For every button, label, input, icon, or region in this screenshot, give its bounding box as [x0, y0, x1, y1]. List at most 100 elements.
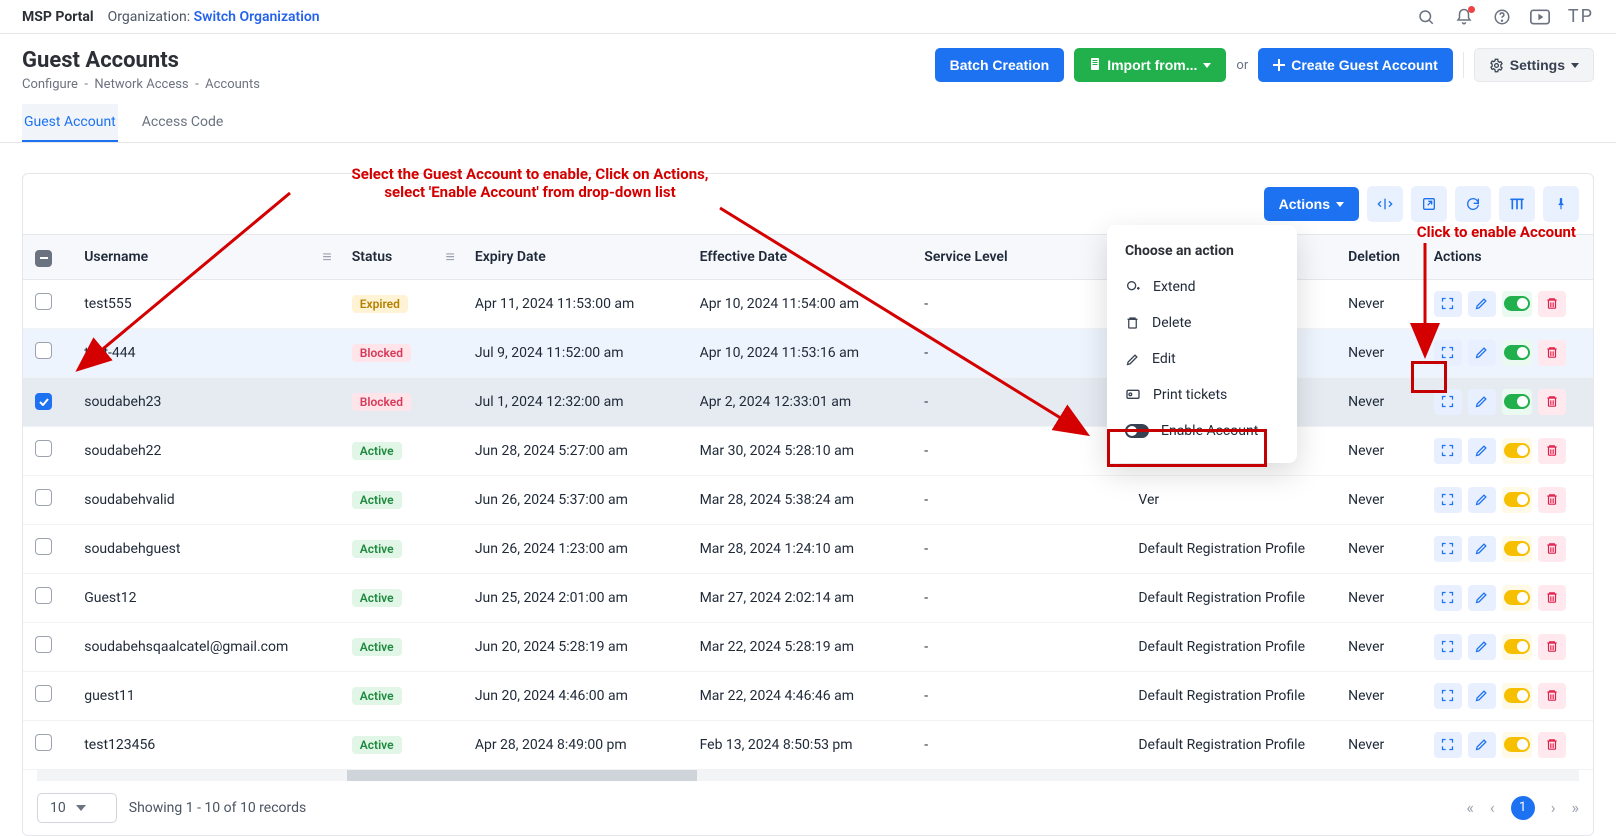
dropdown-enable-account[interactable]: Enable Account: [1107, 413, 1297, 449]
row-checkbox[interactable]: [35, 538, 52, 555]
pager-next[interactable]: ›: [1551, 798, 1556, 817]
delete-icon[interactable]: [1538, 389, 1566, 415]
dropdown-delete[interactable]: Delete: [1107, 305, 1297, 341]
delete-icon[interactable]: [1538, 683, 1566, 709]
row-checkbox[interactable]: [35, 734, 52, 751]
crumb-configure[interactable]: Configure: [22, 77, 78, 92]
cell-deletion: Never: [1336, 720, 1422, 769]
enable-toggle[interactable]: [1502, 340, 1532, 366]
enable-toggle[interactable]: [1502, 438, 1532, 464]
accounts-table: Username≡ Status≡ Expiry Date Effective …: [23, 234, 1593, 770]
delete-icon[interactable]: [1538, 634, 1566, 660]
pager-first[interactable]: «: [1466, 798, 1474, 817]
row-checkbox[interactable]: [35, 342, 52, 359]
search-icon[interactable]: [1416, 7, 1436, 27]
edit-icon[interactable]: [1468, 683, 1496, 709]
row-checkbox[interactable]: [35, 293, 52, 310]
page-size-select[interactable]: 10: [37, 793, 117, 823]
refresh-icon[interactable]: [1455, 186, 1491, 222]
expand-icon[interactable]: [1434, 683, 1462, 709]
edit-icon[interactable]: [1468, 291, 1496, 317]
col-status: Status: [352, 249, 392, 265]
crumb-network-access[interactable]: Network Access: [94, 77, 188, 92]
pager-last[interactable]: »: [1572, 798, 1580, 817]
delete-icon[interactable]: [1538, 732, 1566, 758]
delete-icon[interactable]: [1538, 340, 1566, 366]
cell-expiry: Jun 26, 2024 5:37:00 am: [463, 475, 688, 524]
status-badge: Active: [352, 736, 402, 754]
delete-icon[interactable]: [1538, 585, 1566, 611]
enable-toggle[interactable]: [1502, 487, 1532, 513]
expand-icon[interactable]: [1434, 536, 1462, 562]
row-checkbox[interactable]: [35, 685, 52, 702]
tab-guest-account[interactable]: Guest Account: [22, 104, 118, 142]
delete-icon[interactable]: [1538, 291, 1566, 317]
edit-icon[interactable]: [1468, 585, 1496, 611]
edit-icon[interactable]: [1468, 634, 1496, 660]
select-all-checkbox[interactable]: [35, 250, 52, 267]
delete-icon[interactable]: [1538, 487, 1566, 513]
enable-toggle[interactable]: [1502, 585, 1532, 611]
dropdown-edit[interactable]: Edit: [1107, 341, 1297, 377]
row-checkbox[interactable]: [35, 636, 52, 653]
expand-icon[interactable]: [1434, 340, 1462, 366]
enable-toggle[interactable]: [1502, 634, 1532, 660]
col-menu-icon[interactable]: ≡: [322, 247, 331, 267]
horizontal-scrollbar[interactable]: [37, 770, 1579, 781]
status-badge: Expired: [352, 295, 408, 313]
create-guest-account-button[interactable]: Create Guest Account: [1258, 48, 1453, 82]
cell-service: -: [912, 328, 1126, 377]
table-row: test123456ActiveApr 28, 2024 8:49:00 pmF…: [23, 720, 1593, 769]
expand-icon[interactable]: [1434, 585, 1462, 611]
edit-icon[interactable]: [1468, 438, 1496, 464]
delete-icon[interactable]: [1538, 536, 1566, 562]
expand-icon[interactable]: [1434, 487, 1462, 513]
edit-icon[interactable]: [1468, 536, 1496, 562]
columns-icon[interactable]: [1499, 186, 1535, 222]
row-checkbox[interactable]: [35, 440, 52, 457]
enable-toggle[interactable]: [1502, 732, 1532, 758]
enable-toggle[interactable]: [1502, 291, 1532, 317]
user-avatar[interactable]: TP: [1568, 6, 1594, 27]
enable-toggle[interactable]: [1502, 683, 1532, 709]
video-icon[interactable]: [1530, 7, 1550, 27]
enable-toggle[interactable]: [1502, 536, 1532, 562]
pin-icon[interactable]: [1543, 186, 1579, 222]
crumb-accounts[interactable]: Accounts: [205, 77, 260, 92]
cell-effective: Feb 13, 2024 8:50:53 pm: [688, 720, 913, 769]
expand-icon[interactable]: [1434, 291, 1462, 317]
dropdown-print-tickets[interactable]: Print tickets: [1107, 377, 1297, 413]
expand-icon[interactable]: [1434, 732, 1462, 758]
row-checkbox[interactable]: [35, 489, 52, 506]
actions-dropdown-button[interactable]: Actions: [1264, 187, 1359, 221]
delete-icon[interactable]: [1538, 438, 1566, 464]
edit-icon[interactable]: [1468, 732, 1496, 758]
settings-button[interactable]: Settings: [1474, 48, 1594, 82]
enable-toggle[interactable]: [1502, 389, 1532, 415]
edit-icon[interactable]: [1468, 340, 1496, 366]
export-icon[interactable]: [1411, 186, 1447, 222]
cell-service: -: [912, 622, 1126, 671]
expand-icon[interactable]: [1434, 634, 1462, 660]
fit-columns-icon[interactable]: [1367, 186, 1403, 222]
pager-prev[interactable]: ‹: [1490, 798, 1495, 817]
pager-page-1[interactable]: 1: [1511, 796, 1535, 820]
edit-icon[interactable]: [1468, 389, 1496, 415]
import-from-button[interactable]: Import from...: [1074, 48, 1226, 82]
expand-icon[interactable]: [1434, 438, 1462, 464]
row-checkbox[interactable]: [35, 587, 52, 604]
cell-expiry: Jun 28, 2024 5:27:00 am: [463, 426, 688, 475]
table-row: test555ExpiredApr 11, 2024 11:53:00 amAp…: [23, 279, 1593, 328]
row-checkbox[interactable]: [35, 393, 52, 410]
col-menu-icon[interactable]: ≡: [445, 247, 454, 267]
edit-icon[interactable]: [1468, 487, 1496, 513]
switch-org-link[interactable]: Switch Organization: [194, 9, 320, 25]
dropdown-extend[interactable]: Extend: [1107, 269, 1297, 305]
expand-icon[interactable]: [1434, 389, 1462, 415]
batch-creation-button[interactable]: Batch Creation: [935, 48, 1065, 82]
help-icon[interactable]: [1492, 7, 1512, 27]
status-badge: Active: [352, 687, 402, 705]
table-row: soudabeh23BlockedJul 1, 2024 12:32:00 am…: [23, 377, 1593, 426]
tab-access-code[interactable]: Access Code: [140, 104, 226, 142]
notification-bell-icon[interactable]: [1454, 7, 1474, 27]
